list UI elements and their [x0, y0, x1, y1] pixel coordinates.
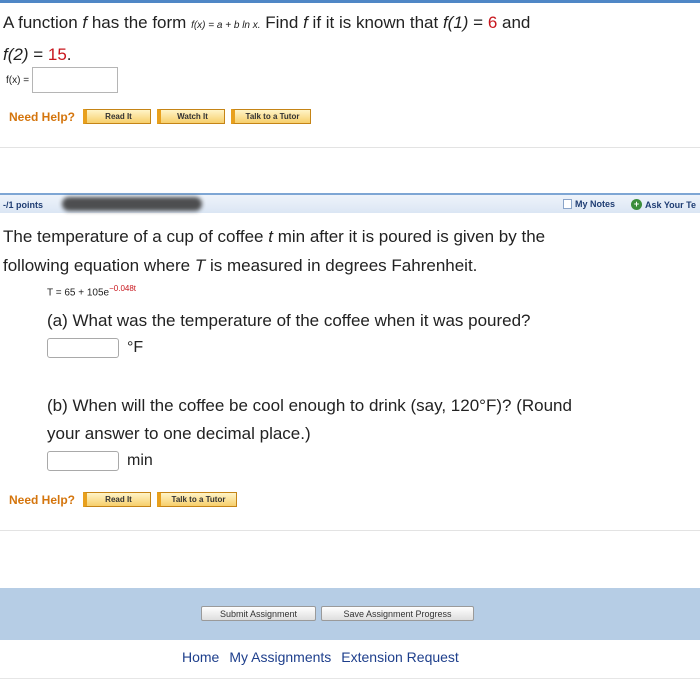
home-link[interactable]: Home: [182, 649, 219, 665]
question-2-header: -/1 points My Notes + Ask Your Te: [0, 193, 700, 213]
read-it-button[interactable]: Read It: [83, 109, 152, 124]
unit-fahrenheit: °F: [127, 339, 144, 356]
top-border: [0, 0, 700, 3]
save-progress-button[interactable]: Save Assignment Progress: [321, 606, 474, 621]
my-assignments-link[interactable]: My Assignments: [229, 649, 331, 665]
footer-bar: Submit Assignment Save Assignment Progre…: [0, 588, 700, 640]
extension-request-link[interactable]: Extension Request: [341, 649, 459, 665]
part-b-text: (b) When will the coffee be cool enough …: [47, 396, 572, 443]
points-label: -/1 points: [3, 200, 43, 210]
redacted-area: [62, 197, 202, 211]
section-divider: [0, 530, 700, 531]
temperature-equation: T = 65 + 105e−0.048t: [47, 284, 137, 299]
my-notes-button[interactable]: My Notes: [563, 199, 615, 209]
value-f1: 6: [487, 13, 498, 32]
talk-to-tutor-button[interactable]: Talk to a Tutor: [231, 109, 312, 124]
talk-to-tutor-button[interactable]: Talk to a Tutor: [157, 492, 238, 507]
part-b-answer-row: min: [47, 451, 153, 471]
ask-teacher-button[interactable]: + Ask Your Te: [631, 199, 696, 210]
question-1-text: A function f has the form f(x) = a + b l…: [3, 13, 531, 64]
answer-input[interactable]: [32, 67, 119, 93]
part-a-answer-row: °F: [47, 338, 143, 358]
part-a-text: (a) What was the temperature of the coff…: [47, 311, 531, 330]
submit-assignment-button[interactable]: Submit Assignment: [201, 606, 316, 621]
note-icon: [563, 199, 572, 209]
answer-row-1: f(x) =: [6, 66, 119, 94]
need-help-1: Need Help? Read It Watch It Talk to a Tu…: [9, 109, 317, 124]
value-f2: 15: [47, 45, 67, 64]
need-help-label: Need Help?: [9, 492, 76, 507]
question-2-text: The temperature of a cup of coffee t min…: [3, 227, 546, 275]
watch-it-button[interactable]: Watch It: [157, 109, 226, 124]
need-help-label: Need Help?: [9, 109, 76, 124]
time-input[interactable]: [47, 451, 119, 471]
section-divider: [0, 147, 700, 148]
unit-minutes: min: [127, 452, 153, 469]
temperature-input[interactable]: [47, 338, 119, 358]
need-help-2: Need Help? Read It Talk to a Tutor: [9, 492, 243, 507]
formula: f(x) = a + b ln x.: [191, 20, 261, 31]
plus-icon: +: [631, 199, 642, 210]
bottom-divider: [0, 678, 700, 679]
answer-label: f(x) =: [6, 74, 30, 86]
read-it-button[interactable]: Read It: [83, 492, 152, 507]
footer-links: Home My Assignments Extension Request: [182, 649, 469, 665]
